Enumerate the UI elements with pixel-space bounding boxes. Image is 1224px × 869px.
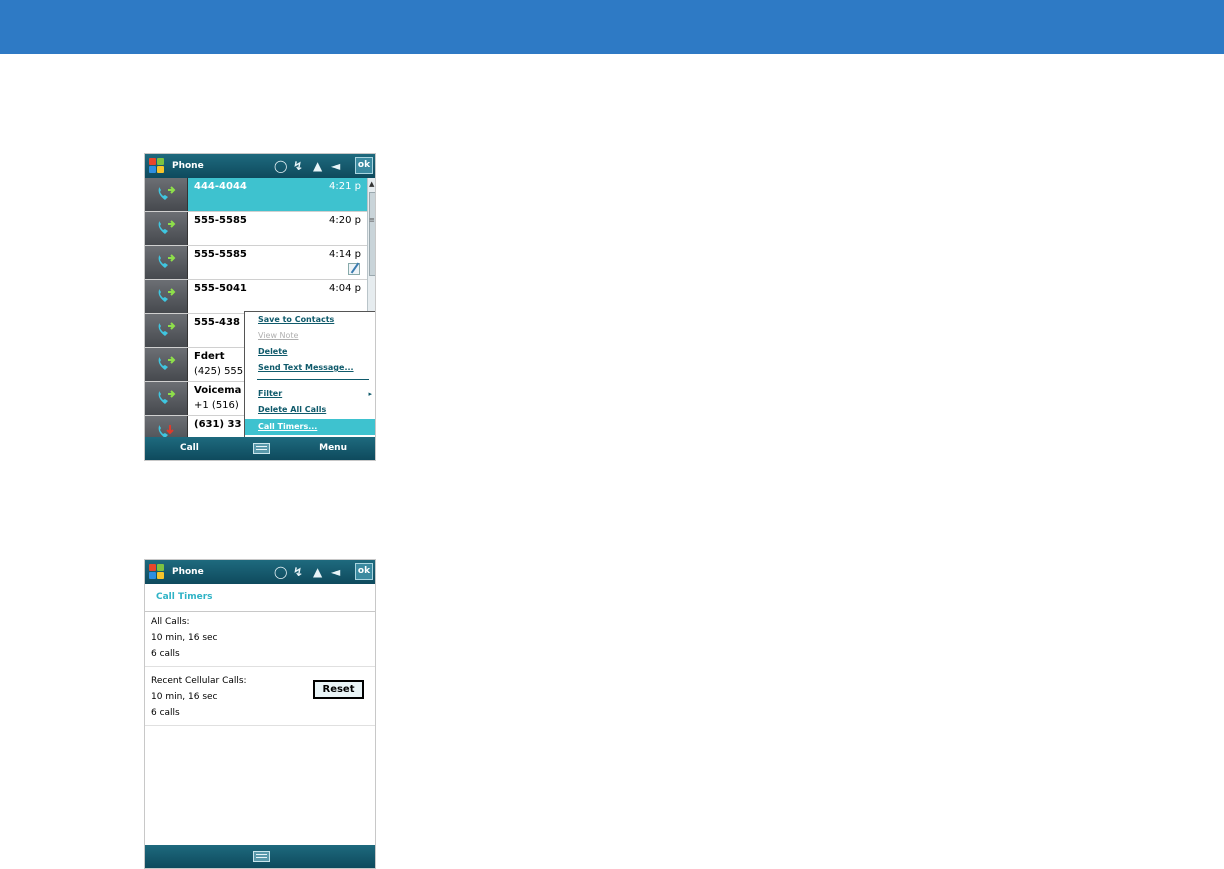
scroll-up-arrow-icon[interactable]: ▲ bbox=[369, 180, 374, 188]
scroll-grip-icon: ≡ bbox=[369, 216, 375, 224]
all-calls-section: All Calls: 10 min, 16 sec 6 calls bbox=[145, 613, 375, 667]
menu-item-delete[interactable]: Delete bbox=[245, 344, 375, 360]
menu-item-call-timers[interactable]: Call Timers... bbox=[245, 419, 375, 435]
speaker-icon[interactable]: ◄ bbox=[331, 564, 340, 580]
softkey-bar bbox=[145, 845, 375, 868]
outgoing-call-icon[interactable] bbox=[145, 348, 188, 381]
outgoing-call-icon[interactable] bbox=[145, 246, 188, 279]
call-subtitle: (425) 555 bbox=[194, 366, 244, 377]
connectivity-icon[interactable]: ↯ bbox=[293, 564, 303, 580]
menu-item-view-note: View Note bbox=[258, 331, 299, 340]
windows-start-icon[interactable] bbox=[149, 158, 166, 175]
outgoing-call-icon[interactable] bbox=[145, 280, 188, 313]
outgoing-call-icon[interactable] bbox=[145, 314, 188, 347]
menu-item-save-to-contacts[interactable]: Save to Contacts bbox=[245, 312, 375, 328]
message-icon[interactable]: ◯ bbox=[274, 158, 287, 174]
call-number: (631) 33 bbox=[194, 419, 242, 430]
scroll-thumb[interactable] bbox=[369, 192, 375, 276]
softkey-call[interactable]: Call bbox=[180, 443, 199, 453]
menu-item-filter-label: Filter bbox=[258, 389, 283, 398]
call-time: 4:21 p bbox=[329, 181, 361, 192]
all-calls-label: All Calls: bbox=[151, 617, 190, 627]
call-time: 4:14 p bbox=[329, 249, 361, 260]
title-bar: Phone ◯ ↯ ▲ ◄ ok bbox=[145, 154, 375, 178]
all-calls-duration: 10 min, 16 sec bbox=[151, 633, 218, 643]
signal-icon[interactable]: ▲ bbox=[313, 564, 322, 580]
call-row[interactable]: 444-4044 4:21 p bbox=[145, 178, 367, 212]
call-number: 555-438 bbox=[194, 317, 240, 328]
phone-screen-call-timers: Phone ◯ ↯ ▲ ◄ ok Call Timers All Calls: … bbox=[144, 559, 376, 869]
call-time: 4:04 p bbox=[329, 283, 361, 294]
call-row[interactable]: 555-5041 4:04 p bbox=[145, 280, 367, 314]
signal-icon[interactable]: ▲ bbox=[313, 158, 322, 174]
keyboard-icon[interactable] bbox=[253, 443, 270, 454]
call-row[interactable]: 555-5585 4:20 p bbox=[145, 212, 367, 246]
recent-calls-label: Recent Cellular Calls: bbox=[151, 676, 247, 686]
message-icon[interactable]: ◯ bbox=[274, 564, 287, 580]
menu-item-delete-all-calls[interactable]: Delete All Calls bbox=[245, 402, 375, 418]
call-number: Fdert bbox=[194, 351, 225, 362]
menu-item-filter[interactable]: Filter ▸ bbox=[245, 386, 375, 402]
call-number: 555-5041 bbox=[194, 283, 247, 294]
title-text: Phone bbox=[172, 161, 204, 171]
menu-separator bbox=[257, 379, 369, 380]
phone-screen-call-history: Phone ◯ ↯ ▲ ◄ ok 444-4044 4:21 p 555-558… bbox=[144, 153, 376, 461]
screen-header: Call Timers bbox=[145, 584, 375, 612]
screen-title: Call Timers bbox=[156, 592, 213, 602]
keyboard-icon[interactable] bbox=[253, 851, 270, 862]
softkey-bar: Call Menu bbox=[145, 437, 375, 460]
outgoing-call-icon[interactable] bbox=[145, 212, 188, 245]
title-bar: Phone ◯ ↯ ▲ ◄ ok bbox=[145, 560, 375, 584]
submenu-arrow-icon: ▸ bbox=[368, 390, 372, 398]
outgoing-call-icon[interactable] bbox=[145, 382, 188, 415]
title-text: Phone bbox=[172, 567, 204, 577]
note-icon bbox=[348, 263, 360, 275]
softkey-menu[interactable]: Menu bbox=[319, 443, 347, 453]
call-number: 444-4044 bbox=[194, 181, 247, 192]
call-number: 555-5585 bbox=[194, 215, 247, 226]
call-time: 4:20 p bbox=[329, 215, 361, 226]
call-number: 555-5585 bbox=[194, 249, 247, 260]
call-number: Voicema bbox=[194, 385, 242, 396]
all-calls-count: 6 calls bbox=[151, 649, 180, 659]
outgoing-call-icon[interactable] bbox=[145, 178, 188, 211]
missed-call-icon[interactable] bbox=[145, 416, 188, 439]
speaker-icon[interactable]: ◄ bbox=[331, 158, 340, 174]
recent-calls-section: Recent Cellular Calls: 10 min, 16 sec 6 … bbox=[145, 668, 375, 726]
menu-item-send-text-message[interactable]: Send Text Message... bbox=[245, 360, 375, 376]
connectivity-icon[interactable]: ↯ bbox=[293, 158, 303, 174]
context-menu: Save to Contacts View Note Delete Send T… bbox=[244, 311, 375, 438]
recent-calls-duration: 10 min, 16 sec bbox=[151, 692, 218, 702]
call-row[interactable]: 555-5585 4:14 p bbox=[145, 246, 367, 280]
recent-calls-count: 6 calls bbox=[151, 708, 180, 718]
ok-button[interactable]: ok bbox=[355, 157, 373, 174]
ok-button[interactable]: ok bbox=[355, 563, 373, 580]
page-header-banner bbox=[0, 0, 1224, 54]
windows-start-icon[interactable] bbox=[149, 564, 166, 581]
call-subtitle: +1 (516) bbox=[194, 400, 239, 411]
reset-button[interactable]: Reset bbox=[313, 680, 364, 699]
